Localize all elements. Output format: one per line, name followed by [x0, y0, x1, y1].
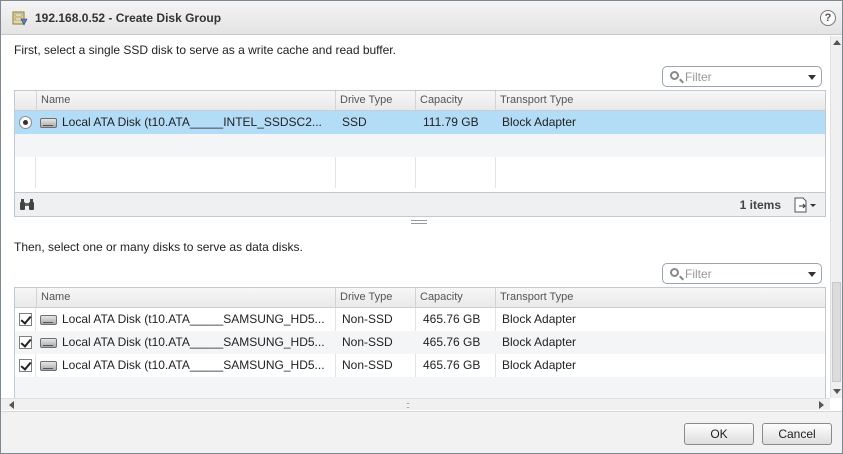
- empty-row: [15, 157, 825, 180]
- cell-name: Local ATA Disk (t10.ATA_____SAMSUNG_HD5.…: [62, 335, 325, 349]
- search-icon: [670, 268, 679, 277]
- chevron-down-icon[interactable]: [808, 272, 816, 277]
- disk-icon: [40, 338, 57, 348]
- export-icon[interactable]: [793, 197, 817, 213]
- section-splitter[interactable]: [411, 220, 427, 224]
- table-row[interactable]: Local ATA Disk (t10.ATA_____SAMSUNG_HD5.…: [15, 354, 825, 377]
- column-header-transport-type[interactable]: Transport Type: [495, 91, 825, 110]
- cell-drive-type: Non-SSD: [342, 312, 393, 326]
- cell-transport-type: Block Adapter: [502, 335, 577, 349]
- cache-filter-input[interactable]: Filter: [662, 66, 822, 87]
- help-icon[interactable]: ?: [820, 10, 836, 26]
- scroll-thumb[interactable]: [832, 282, 841, 382]
- cell-name: Local ATA Disk (t10.ATA_____SAMSUNG_HD5.…: [62, 312, 325, 326]
- resize-grip-icon[interactable]: ::: [406, 400, 410, 410]
- select-column-header: [15, 288, 36, 307]
- cell-name: Local ATA Disk (t10.ATA_____INTEL_SSDSC2…: [62, 115, 322, 129]
- table-row[interactable]: Local ATA Disk (t10.ATA_____SAMSUNG_HD5.…: [15, 308, 825, 331]
- item-count: 1 items: [739, 198, 781, 212]
- dialog-content: First, select a single SSD disk to serve…: [1, 36, 830, 410]
- row-checkbox[interactable]: [19, 336, 32, 349]
- empty-row: [15, 377, 825, 400]
- scroll-left-icon[interactable]: [9, 401, 14, 409]
- column-header-transport-type[interactable]: Transport Type: [495, 288, 825, 307]
- column-header-name[interactable]: Name: [36, 288, 336, 307]
- cell-transport-type: Block Adapter: [502, 312, 577, 326]
- chevron-down-icon[interactable]: [808, 75, 816, 80]
- data-disk-grid: Name Drive Type Capacity Transport Type …: [14, 287, 826, 410]
- cache-grid-header: Name Drive Type Capacity Transport Type: [15, 91, 825, 111]
- create-disk-group-dialog: 192.168.0.52 - Create Disk Group ? First…: [0, 0, 843, 454]
- column-header-name[interactable]: Name: [36, 91, 336, 110]
- cell-capacity: 465.76 GB: [423, 312, 481, 326]
- binoculars-icon[interactable]: [19, 198, 35, 211]
- data-filter-input[interactable]: Filter: [662, 263, 822, 284]
- cache-grid-footer: 1 items: [15, 192, 825, 216]
- dialog-titlebar[interactable]: 192.168.0.52 - Create Disk Group ?: [1, 1, 842, 35]
- disk-icon: [40, 315, 57, 325]
- cell-drive-type: Non-SSD: [342, 335, 393, 349]
- vertical-scrollbar[interactable]: [830, 36, 842, 398]
- row-checkbox[interactable]: [19, 359, 32, 372]
- dialog-footer: OK Cancel: [1, 411, 842, 453]
- table-row[interactable]: Local ATA Disk (t10.ATA_____INTEL_SSDSC2…: [15, 111, 825, 134]
- cell-transport-type: Block Adapter: [502, 358, 577, 372]
- select-column-header: [15, 91, 36, 110]
- cell-drive-type: SSD: [342, 115, 367, 129]
- column-header-drive-type[interactable]: Drive Type: [335, 288, 415, 307]
- cache-filter-placeholder: Filter: [685, 70, 712, 84]
- scroll-right-icon[interactable]: [819, 401, 824, 409]
- empty-row: [15, 134, 825, 157]
- disk-icon: [40, 118, 57, 128]
- cell-capacity: 465.76 GB: [423, 358, 481, 372]
- data-instruction: Then, select one or many disks to serve …: [14, 240, 303, 254]
- search-icon: [670, 71, 679, 80]
- cell-capacity: 465.76 GB: [423, 335, 481, 349]
- column-header-capacity[interactable]: Capacity: [415, 91, 495, 110]
- row-checkbox[interactable]: [19, 313, 32, 326]
- row-radio-button[interactable]: [19, 116, 32, 129]
- disk-icon: [40, 361, 57, 371]
- ok-button[interactable]: OK: [684, 423, 754, 445]
- column-header-capacity[interactable]: Capacity: [415, 288, 495, 307]
- cancel-button[interactable]: Cancel: [762, 423, 832, 445]
- scroll-down-icon[interactable]: [833, 389, 841, 394]
- cell-transport-type: Block Adapter: [502, 115, 577, 129]
- data-filter-placeholder: Filter: [685, 267, 712, 281]
- horizontal-scrollbar[interactable]: ::: [1, 398, 830, 410]
- cache-disk-grid: Name Drive Type Capacity Transport Type …: [14, 90, 826, 217]
- cell-drive-type: Non-SSD: [342, 358, 393, 372]
- cell-name: Local ATA Disk (t10.ATA_____SAMSUNG_HD5.…: [62, 358, 325, 372]
- scroll-up-icon[interactable]: [833, 40, 841, 45]
- cell-capacity: 111.79 GB: [423, 115, 479, 129]
- data-grid-header: Name Drive Type Capacity Transport Type: [15, 288, 825, 308]
- disk-group-icon: [12, 11, 28, 26]
- column-header-drive-type[interactable]: Drive Type: [335, 91, 415, 110]
- dialog-title: 192.168.0.52 - Create Disk Group: [35, 11, 222, 25]
- cache-instruction: First, select a single SSD disk to serve…: [14, 43, 396, 57]
- table-row[interactable]: Local ATA Disk (t10.ATA_____SAMSUNG_HD5.…: [15, 331, 825, 354]
